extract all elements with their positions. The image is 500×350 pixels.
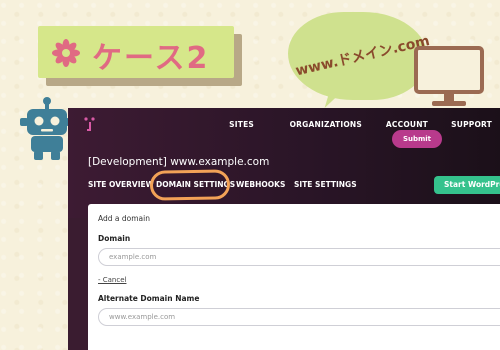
nav-organizations[interactable]: ORGANIZATIONS [290, 120, 362, 129]
speech-bubble: www.ドメイン.com [288, 12, 432, 100]
add-domain-form: Add a domain Domain example.com - Cancel… [88, 204, 500, 350]
domain-input[interactable]: example.com [98, 248, 500, 266]
logo-icon[interactable] [82, 116, 100, 136]
nav-sites[interactable]: SITES [229, 120, 254, 129]
nav-account[interactable]: ACCOUNT [386, 120, 428, 129]
flower-icon [52, 39, 80, 67]
submit-button[interactable]: Submit [392, 130, 442, 148]
speech-bubble-text: www.ドメイン.com [294, 32, 432, 80]
monitor-icon [414, 46, 484, 106]
highlight-circle [149, 169, 231, 201]
tab-webhooks[interactable]: WEBHOOKS [236, 180, 285, 189]
domain-label: Domain [98, 234, 131, 243]
nav-support[interactable]: SUPPORT [451, 120, 492, 129]
case-title: ケース2 [92, 41, 210, 76]
case-label: ケース2 [38, 26, 234, 78]
tab-site-overview[interactable]: SITE OVERVIEW [88, 180, 154, 189]
tab-site-settings[interactable]: SITE SETTINGS [294, 180, 357, 189]
cancel-link[interactable]: - Cancel [98, 276, 126, 284]
start-wordpress-button[interactable]: Start WordPress [434, 176, 500, 194]
alternate-domain-input[interactable]: www.example.com [98, 308, 500, 326]
app-header: SITES ORGANIZATIONS ACCOUNT SUPPORT [Dev… [68, 108, 500, 218]
form-section-title: Add a domain [98, 214, 150, 223]
site-title: [Development] www.example.com [88, 156, 270, 168]
alternate-domain-label: Alternate Domain Name [98, 294, 200, 303]
